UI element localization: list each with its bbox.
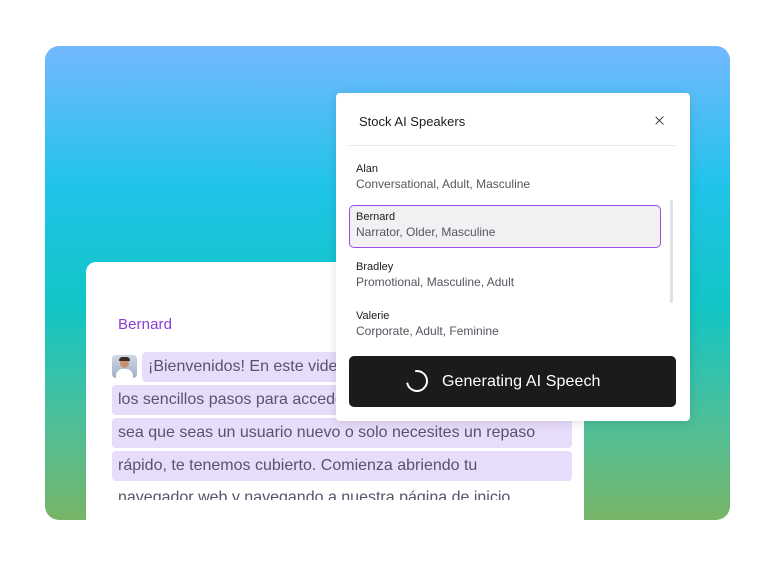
- voice-name: Bernard: [356, 211, 396, 223]
- voice-tags: Narrator, Older, Masculine: [356, 225, 496, 239]
- voice-name: Valerie: [356, 310, 390, 322]
- voice-name: Bradley: [356, 261, 394, 273]
- voice-tags: Corporate, Adult, Feminine: [356, 324, 499, 338]
- transcript-line[interactable]: sea que seas un usuario nuevo o solo nec…: [112, 418, 572, 448]
- transcript-line[interactable]: rápido, te tenemos cubierto. Comienza ab…: [112, 451, 572, 481]
- voice-list-scrollbar[interactable]: [670, 200, 673, 303]
- voice-item-bernard[interactable]: Bernard Narrator, Older, Masculine: [349, 205, 661, 248]
- dialog-title: Stock AI Speakers: [359, 114, 466, 129]
- voice-item-valerie[interactable]: Valerie Corporate, Adult, Feminine: [349, 304, 661, 347]
- spinner-icon: [401, 365, 433, 397]
- voice-name: Alan: [356, 163, 379, 175]
- generate-speech-label: Generating AI Speech: [442, 373, 601, 390]
- close-icon[interactable]: [652, 113, 668, 129]
- transcript-line[interactable]: los sencillos pasos para acceder: [112, 385, 342, 415]
- dialog-divider: [349, 145, 676, 146]
- voice-item-alan[interactable]: Alan Conversational, Adult, Masculine: [349, 157, 661, 200]
- voice-tags: Conversational, Adult, Masculine: [356, 177, 531, 191]
- transcript-line[interactable]: navegador web y navegando a nuestra pági…: [112, 483, 572, 500]
- transcript-line[interactable]: ¡Bienvenidos! En este video: [142, 352, 362, 382]
- stage: Bernard ¡Bienvenidos! En este video los …: [0, 0, 775, 565]
- voice-item-bradley[interactable]: Bradley Promotional, Masculine, Adult: [349, 255, 661, 298]
- generate-speech-button[interactable]: Generating AI Speech: [349, 356, 676, 407]
- voice-tags: Promotional, Masculine, Adult: [356, 275, 515, 289]
- speaker-name[interactable]: Bernard: [118, 316, 172, 333]
- stock-speakers-dialog: Stock AI Speakers Alan Conversational, A…: [336, 93, 690, 421]
